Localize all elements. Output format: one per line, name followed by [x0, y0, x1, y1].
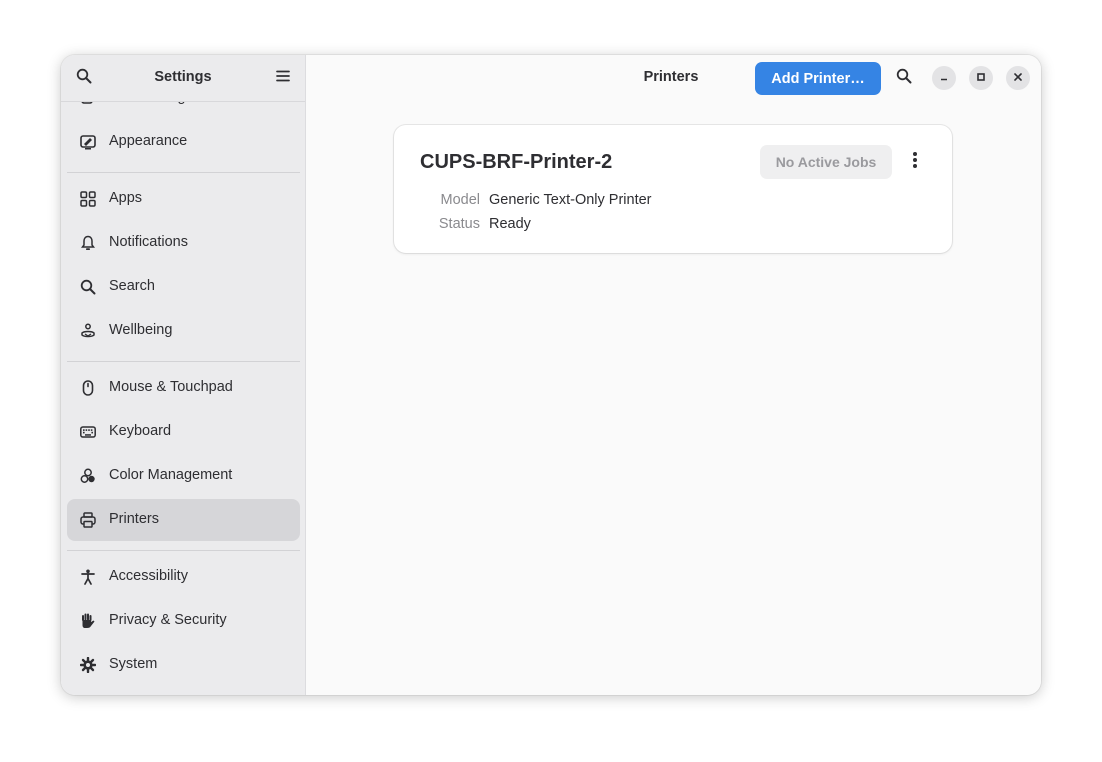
- color-management-icon: [80, 468, 96, 484]
- minimize-icon: [939, 69, 949, 87]
- sidebar-item-mouse-touchpad[interactable]: Mouse & Touchpad: [67, 367, 300, 409]
- model-label: Model: [440, 192, 481, 208]
- close-button[interactable]: [1006, 66, 1030, 90]
- model-value: Generic Text-Only Printer: [489, 192, 652, 208]
- search-icon: [80, 279, 96, 295]
- sidebar-item-label: Printers: [109, 511, 159, 527]
- sidebar-item-system[interactable]: System: [67, 644, 300, 686]
- sidebar-header: Settings: [61, 55, 305, 102]
- search-icon: [896, 68, 912, 89]
- sidebar-item-label: Color Management: [109, 467, 233, 483]
- sidebar-item-appearance[interactable]: Appearance: [67, 121, 300, 163]
- status-value: Ready: [489, 216, 531, 232]
- printer-card: CUPS-BRF-Printer-2 No Active Jobs Model …: [394, 125, 952, 253]
- sidebar-item-apps[interactable]: Apps: [67, 178, 300, 220]
- hamburger-menu-icon: [275, 68, 291, 89]
- bell-icon: [80, 235, 96, 251]
- gear-icon: [80, 657, 96, 673]
- vertical-dots-icon: [912, 151, 918, 174]
- sidebar-item-keyboard[interactable]: Keyboard: [67, 411, 300, 453]
- mouse-icon: [80, 380, 96, 396]
- no-active-jobs-button[interactable]: No Active Jobs: [760, 145, 892, 179]
- sidebar: Multitasking Appearance Apps Notificatio…: [61, 55, 306, 695]
- keyboard-icon: [80, 424, 96, 440]
- add-printer-button[interactable]: Add Printer…: [755, 62, 881, 95]
- printer-icon: [80, 512, 96, 528]
- sidebar-item-label: Mouse & Touchpad: [109, 379, 233, 395]
- maximize-icon: [976, 69, 986, 87]
- close-icon: [1013, 69, 1023, 87]
- sidebar-item-notifications[interactable]: Notifications: [67, 222, 300, 264]
- sidebar-item-label: Accessibility: [109, 568, 188, 584]
- sidebar-item-label: Search: [109, 278, 155, 294]
- sidebar-separator: [67, 172, 300, 173]
- sidebar-item-label: Notifications: [109, 234, 188, 250]
- sidebar-separator: [67, 361, 300, 362]
- settings-window: Multitasking Appearance Apps Notificatio…: [61, 55, 1041, 695]
- sidebar-item-label: Keyboard: [109, 423, 172, 439]
- main-content: Printers Add Printer… CUPS-BRF-Printer-2…: [306, 55, 1041, 695]
- maximize-button[interactable]: [969, 66, 993, 90]
- hand-icon: [80, 613, 96, 629]
- sidebar-item-printers[interactable]: Printers: [67, 499, 300, 541]
- sidebar-item-accessibility[interactable]: Accessibility: [67, 556, 300, 598]
- status-label: Status: [438, 216, 480, 232]
- sidebar-item-wellbeing[interactable]: Wellbeing: [67, 310, 300, 352]
- appearance-icon: [80, 134, 96, 150]
- sidebar-item-label: System: [109, 656, 158, 672]
- printer-search-button[interactable]: [890, 64, 918, 92]
- page-title: Printers: [643, 69, 699, 85]
- accessibility-icon: [80, 569, 96, 585]
- wellbeing-icon: [80, 323, 96, 339]
- printer-name: CUPS-BRF-Printer-2: [420, 151, 613, 173]
- sidebar-item-label: Apps: [109, 190, 143, 206]
- sidebar-item-label: Privacy & Security: [109, 612, 227, 628]
- printer-options-button[interactable]: [900, 147, 930, 177]
- sidebar-item-label: Wellbeing: [109, 322, 173, 338]
- sidebar-item-label: Appearance: [109, 133, 188, 149]
- apps-grid-icon: [80, 191, 96, 207]
- sidebar-item-color-management[interactable]: Color Management: [67, 455, 300, 497]
- sidebar-item-search[interactable]: Search: [67, 266, 300, 308]
- header-bar: Printers Add Printer…: [306, 55, 1041, 101]
- minimize-button[interactable]: [932, 66, 956, 90]
- main-menu-button[interactable]: [269, 64, 297, 92]
- sidebar-separator: [67, 550, 300, 551]
- sidebar-item-privacy-security[interactable]: Privacy & Security: [67, 600, 300, 642]
